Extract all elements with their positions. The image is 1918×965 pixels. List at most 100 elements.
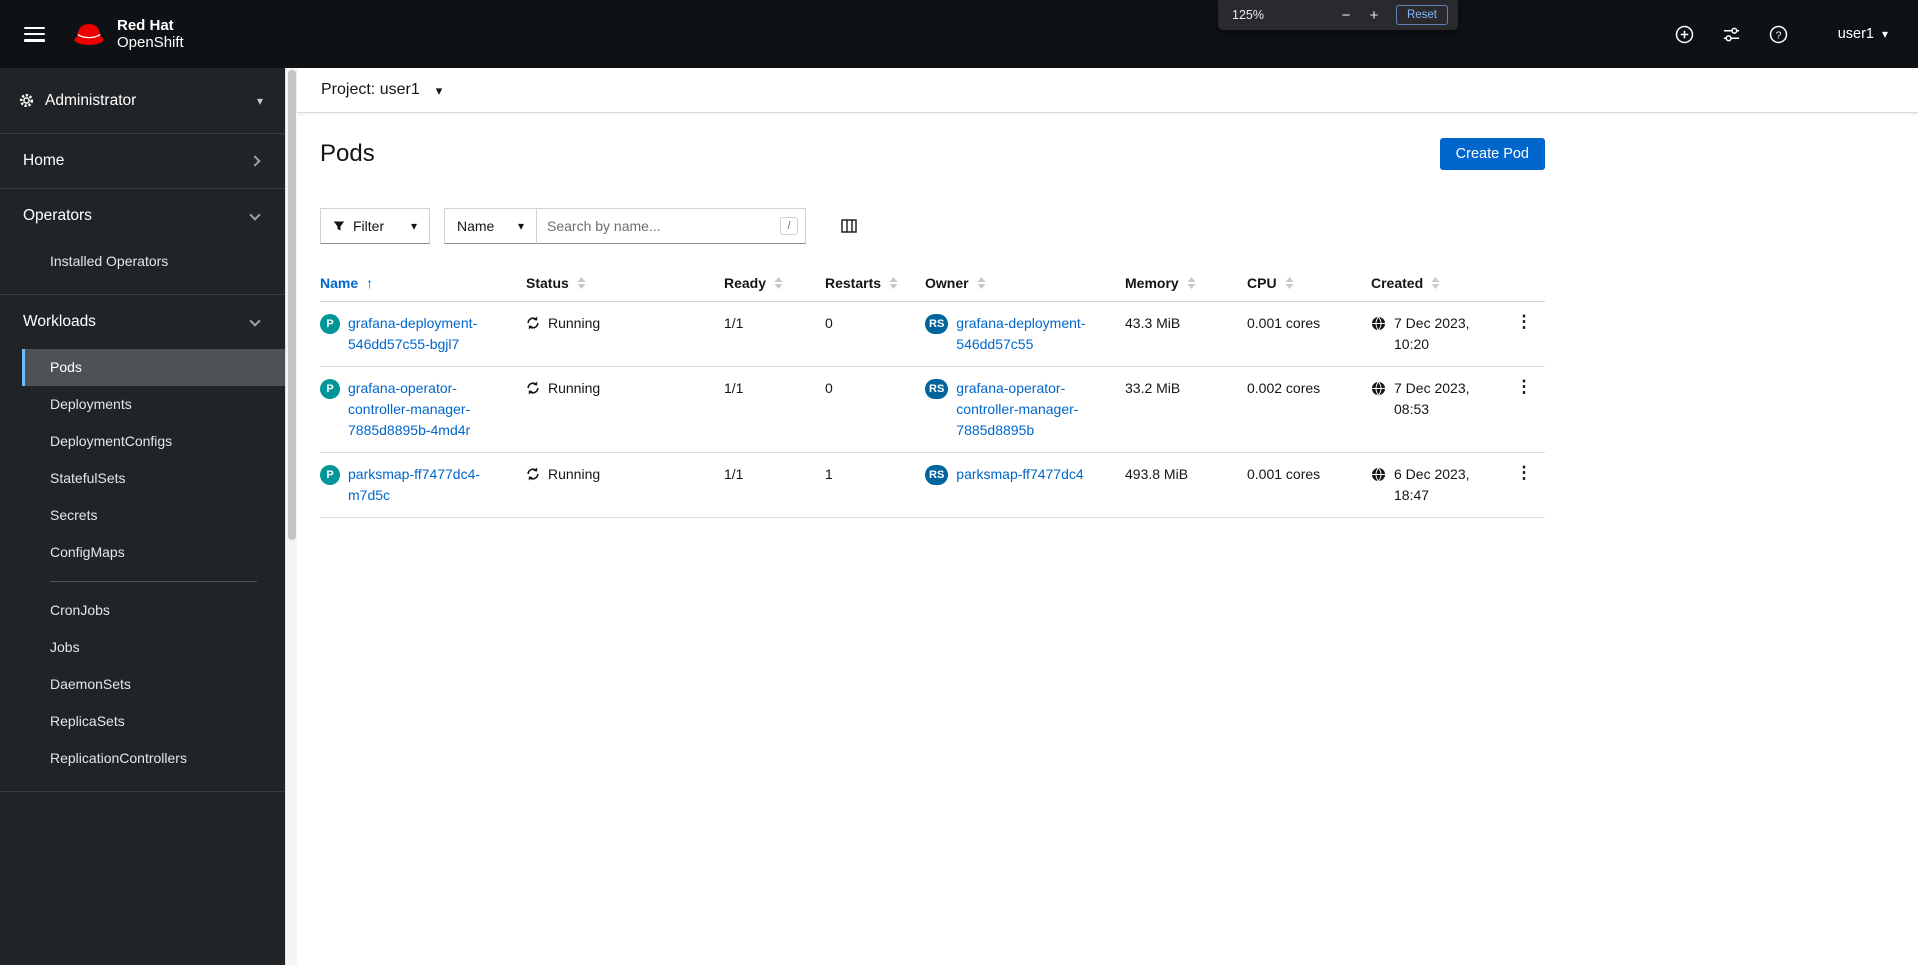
column-management-button[interactable] [840,218,858,234]
search-input[interactable] [536,208,806,244]
chevron-right-icon [249,155,261,167]
ready-cell: 1/1 [724,466,744,482]
sort-icon [889,277,898,289]
filter-label: Filter [353,218,385,234]
restarts-cell: 0 [825,315,833,331]
column-header-restarts[interactable]: Restarts [825,265,925,301]
status-text: Running [548,466,601,482]
chevron-down-icon: ▾ [1881,27,1888,41]
openshift-console: Red Hat OpenShift ? user1 ▾ 125% − + Res… [0,0,1918,965]
sidebar-item-deploymentconfigs[interactable]: DeploymentConfigs [22,423,285,460]
nav-toggle-button[interactable] [0,0,71,68]
zoom-level: 125% [1232,8,1264,22]
sidebar-item-deployments[interactable]: Deployments [22,386,285,423]
table-row: P grafana-deployment-546dd57c55-bgjl7 Ru… [320,302,1545,367]
sync-icon [526,467,540,481]
column-header-cpu[interactable]: CPU [1247,265,1371,301]
sidebar-item-workloads[interactable]: Workloads [0,295,285,349]
preferences-button[interactable] [1722,24,1742,44]
sidebar-item-pods[interactable]: Pods [22,349,285,386]
memory-cell: 493.8 MiB [1125,466,1189,482]
memory-cell: 33.2 MiB [1125,380,1181,396]
svg-text:?: ? [1776,30,1782,41]
slash-shortcut-badge: / [780,217,798,235]
sidebar-item-cronjobs[interactable]: CronJobs [22,592,285,629]
sidebar-item-operators[interactable]: Operators [0,189,285,243]
filter-dropdown[interactable]: Filter ▾ [320,208,430,244]
gear-icon [19,93,34,108]
zoom-in-button[interactable]: + [1362,4,1386,26]
sidebar-item-installed-operators[interactable]: Installed Operators [22,243,285,280]
sidebar-item-replicationcontrollers[interactable]: ReplicationControllers [22,740,285,777]
sort-ascending-icon: ↑ [366,275,374,291]
pod-link[interactable]: parksmap-ff7477dc4-m7d5c [348,464,500,506]
pod-link[interactable]: grafana-operator-controller-manager-7885… [348,378,500,441]
scrollbar-thumb[interactable] [288,70,296,540]
attribute-dropdown[interactable]: Name ▾ [444,208,536,244]
help-button[interactable]: ? [1769,24,1789,44]
pod-link[interactable]: grafana-deployment-546dd57c55-bgjl7 [348,313,500,355]
sidebar-item-label: Operators [23,207,92,224]
sliders-icon [1724,27,1740,41]
column-header-name[interactable]: Name ↑ [320,265,526,301]
pods-table: Name ↑ Status Ready Restarts Owner Memor… [320,265,1545,518]
sidebar-item-secrets[interactable]: Secrets [22,497,285,534]
table-header-row: Name ↑ Status Ready Restarts Owner Memor… [320,265,1545,302]
quick-create-button[interactable] [1675,24,1695,44]
zoom-reset-button[interactable]: Reset [1395,5,1448,25]
nav-section-workloads: Workloads Pods Deployments DeploymentCon… [0,295,285,792]
sidebar-item-home[interactable]: Home [0,134,285,188]
column-header-owner[interactable]: Owner [925,265,1125,301]
sidebar-item-configmaps[interactable]: ConfigMaps [22,534,285,571]
pod-badge: P [320,465,340,485]
owner-link[interactable]: parksmap-ff7477dc4 [956,464,1083,485]
brand-logo[interactable]: Red Hat OpenShift [71,17,184,51]
column-header-ready[interactable]: Ready [724,265,825,301]
sidebar-item-daemonsets[interactable]: DaemonSets [22,666,285,703]
sidebar: Administrator ▾ Home Operators Installed… [0,68,285,965]
sort-icon [774,277,783,289]
sort-icon [977,277,986,289]
caret-down-icon: ▾ [256,93,263,108]
sidebar-item-replicasets[interactable]: ReplicaSets [22,703,285,740]
pod-badge: P [320,379,340,399]
sidebar-scrollbar[interactable] [285,68,297,965]
project-bar: Project: user1 ▾ [297,68,1918,113]
user-menu[interactable]: user1 ▾ [1838,26,1888,42]
timestamp-globe-icon [1371,467,1386,482]
ready-cell: 1/1 [724,380,744,396]
replicaset-badge: RS [925,379,949,399]
column-header-actions [1503,265,1545,301]
create-pod-button[interactable]: Create Pod [1439,138,1545,170]
toolbar: Filter ▾ Name ▾ / [320,208,1545,244]
owner-link[interactable]: grafana-operator-controller-manager-7885… [956,378,1108,441]
project-selector[interactable]: Project: user1 ▾ [321,81,442,99]
perspective-label: Administrator [45,91,137,109]
zoom-out-button[interactable]: − [1334,4,1358,26]
kebab-menu-button[interactable]: ⋮ [1510,313,1539,331]
nav-divider [50,581,257,582]
cpu-cell: 0.001 cores [1247,315,1321,331]
owner-link[interactable]: grafana-deployment-546dd57c55 [956,313,1108,355]
column-header-status[interactable]: Status [526,265,724,301]
sort-icon [1431,277,1440,289]
cpu-cell: 0.001 cores [1247,466,1321,482]
kebab-menu-button[interactable]: ⋮ [1510,378,1539,396]
replicaset-badge: RS [925,314,949,334]
perspective-switcher[interactable]: Administrator ▾ [0,68,285,134]
cpu-cell: 0.002 cores [1247,380,1321,396]
column-header-created[interactable]: Created [1371,265,1503,301]
sidebar-item-statefulsets[interactable]: StatefulSets [22,460,285,497]
sidebar-item-jobs[interactable]: Jobs [22,629,285,666]
nav-section-operators: Operators Installed Operators [0,189,285,295]
column-header-memory[interactable]: Memory [1125,265,1247,301]
nav-section-home: Home [0,134,285,189]
caret-down-icon: ▾ [435,82,443,98]
pod-badge: P [320,314,340,334]
caret-down-icon: ▾ [410,219,417,233]
table-row: P parksmap-ff7477dc4-m7d5c Running 1/1 1… [320,453,1545,518]
project-label: Project: user1 [321,81,420,98]
status-text: Running [548,380,601,396]
kebab-menu-button[interactable]: ⋮ [1510,464,1539,482]
chevron-down-icon [249,314,261,327]
